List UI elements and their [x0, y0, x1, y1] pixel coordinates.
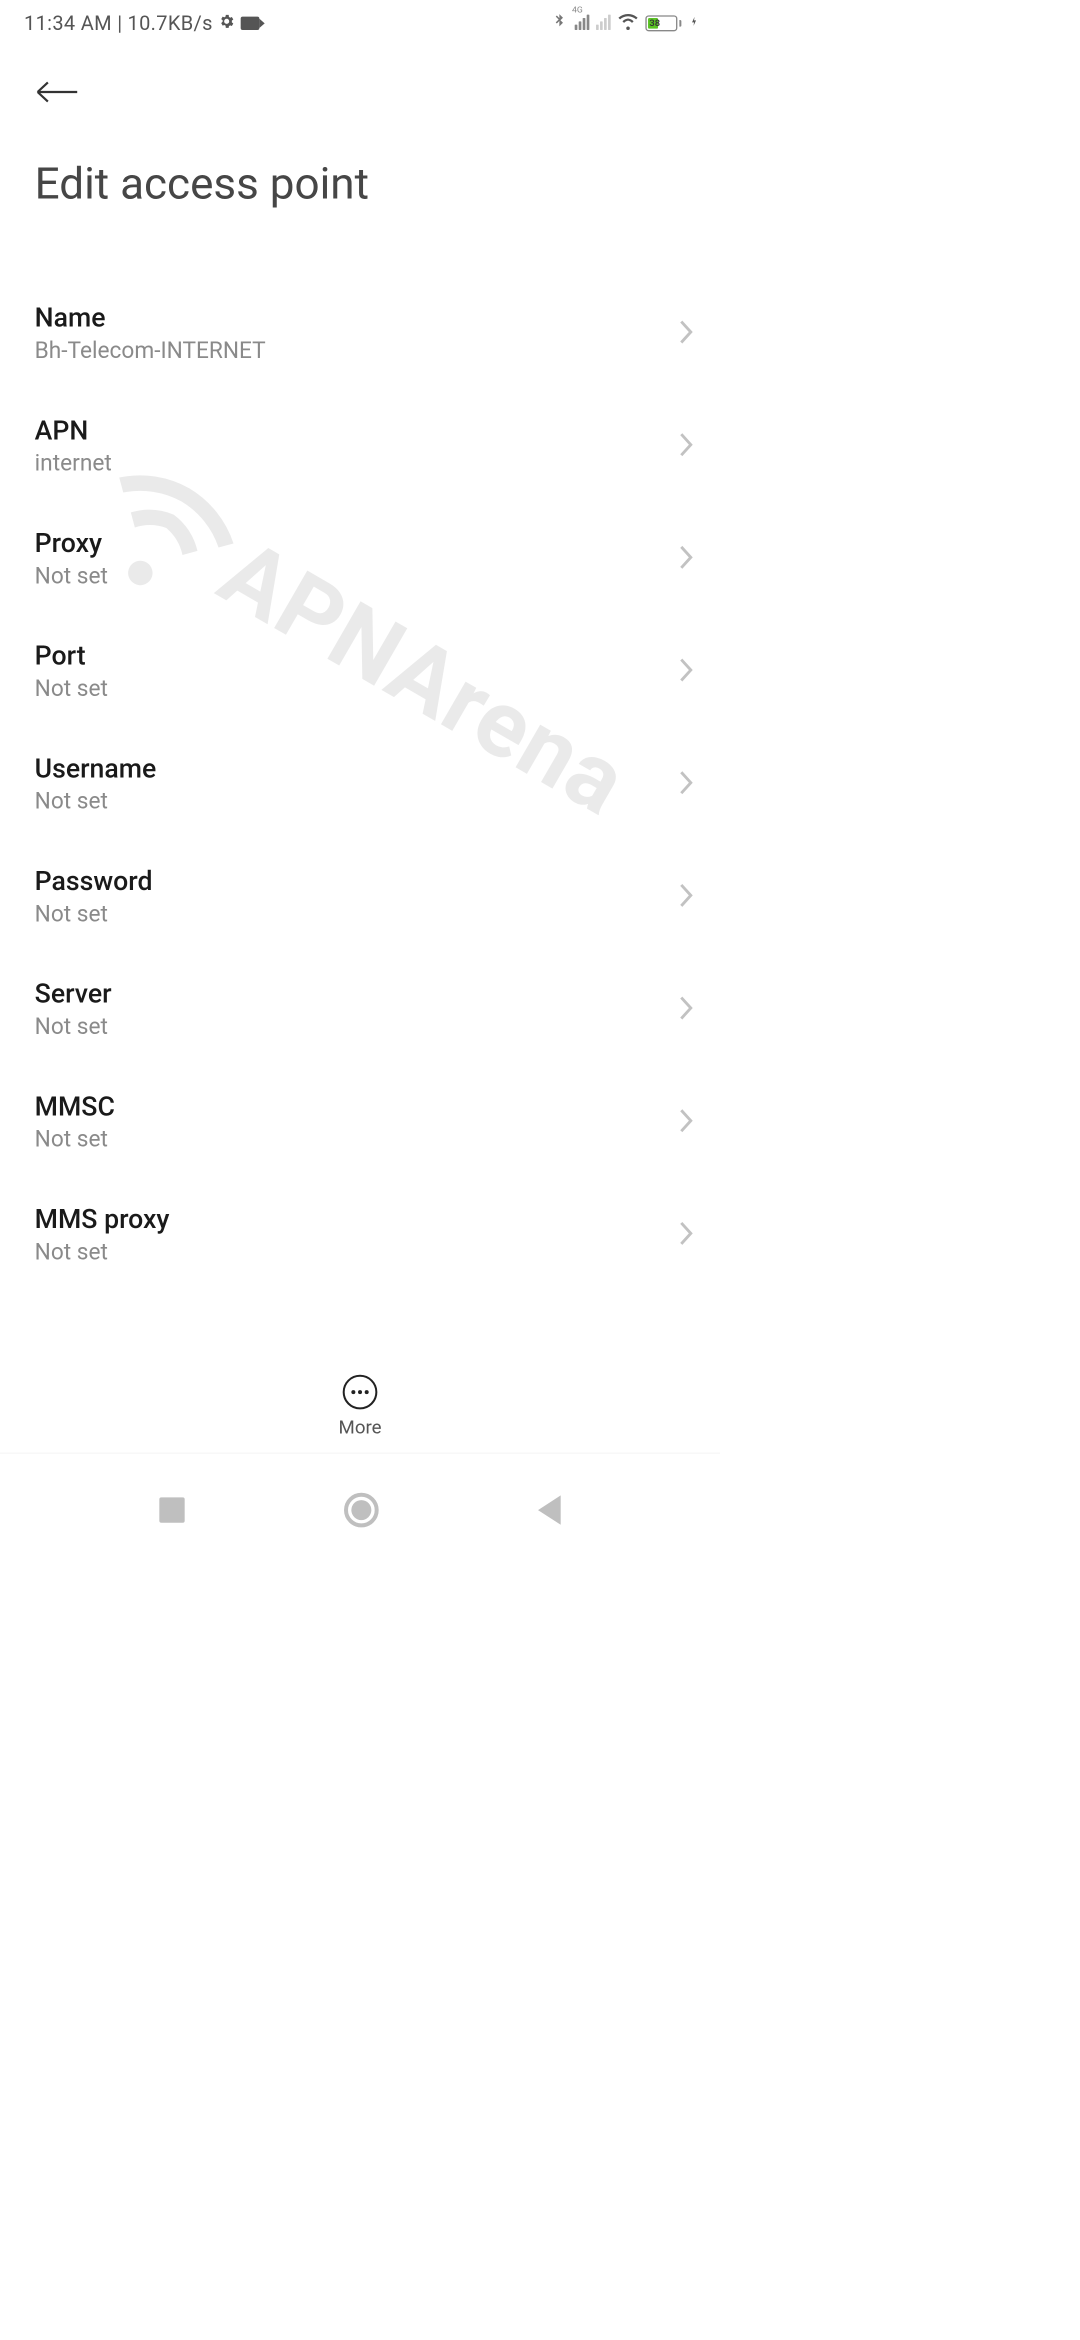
chevron-right-icon: [676, 544, 696, 573]
setting-item-mms-proxy[interactable]: MMS proxy Not set: [0, 1178, 720, 1291]
settings-list: Name Bh-Telecom-INTERNET APN internet Pr…: [0, 210, 720, 1291]
setting-value: Not set: [35, 563, 108, 590]
chevron-right-icon: [676, 318, 696, 347]
back-button[interactable]: [35, 79, 720, 108]
setting-value: Not set: [35, 788, 157, 815]
nav-back-button[interactable]: [538, 1495, 561, 1524]
setting-value: Not set: [35, 675, 108, 702]
charging-icon: [688, 14, 700, 33]
chevron-right-icon: [676, 994, 696, 1023]
setting-item-proxy[interactable]: Proxy Not set: [0, 502, 720, 615]
arrow-left-icon: [35, 95, 79, 108]
battery-percent: 38: [649, 18, 660, 29]
setting-label: APN: [35, 415, 112, 446]
chevron-right-icon: [676, 882, 696, 911]
battery-icon: 38: [645, 15, 681, 31]
nav-home-button[interactable]: [344, 1493, 379, 1528]
more-button[interactable]: More: [339, 1375, 382, 1438]
setting-label: Password: [35, 865, 153, 896]
chevron-right-icon: [676, 431, 696, 460]
status-bar: 11:34 AM | 10.7KB/s 4G 38: [0, 0, 720, 47]
setting-label: Server: [35, 978, 112, 1009]
chevron-right-icon: [676, 1220, 696, 1249]
setting-item-apn[interactable]: APN internet: [0, 389, 720, 502]
network-type-label: 4G: [572, 5, 583, 15]
setting-item-username[interactable]: Username Not set: [0, 727, 720, 840]
page-title: Edit access point: [0, 108, 720, 210]
setting-item-server[interactable]: Server Not set: [0, 953, 720, 1066]
status-time: 11:34 AM: [24, 12, 112, 35]
setting-item-password[interactable]: Password Not set: [0, 840, 720, 953]
nav-recent-button[interactable]: [160, 1497, 185, 1522]
setting-value: Not set: [35, 1126, 115, 1153]
status-bar-right: 4G 38: [551, 10, 700, 37]
status-bar-left: 11:34 AM | 10.7KB/s: [24, 12, 259, 35]
status-separator: |: [117, 12, 122, 35]
setting-label: Name: [35, 302, 266, 333]
bluetooth-icon: [551, 12, 568, 34]
bottom-action-bar: More: [0, 1360, 720, 1453]
wifi-icon: [617, 10, 638, 37]
setting-item-name[interactable]: Name Bh-Telecom-INTERNET: [0, 277, 720, 390]
chevron-right-icon: [676, 1107, 696, 1136]
setting-label: Port: [35, 640, 108, 671]
camera-icon: [241, 17, 260, 30]
gear-icon: [218, 12, 235, 35]
navigation-bar: [0, 1460, 720, 1560]
more-icon: [343, 1375, 378, 1410]
setting-value: Bh-Telecom-INTERNET: [35, 337, 266, 364]
setting-item-mmsc[interactable]: MMSC Not set: [0, 1065, 720, 1178]
setting-value: Not set: [35, 1239, 170, 1266]
setting-value: internet: [35, 450, 112, 477]
setting-label: MMS proxy: [35, 1203, 170, 1234]
cellular-signal-1-icon: 4G: [575, 12, 590, 35]
setting-label: Username: [35, 753, 157, 784]
setting-value: Not set: [35, 1013, 112, 1040]
setting-label: MMSC: [35, 1091, 115, 1122]
status-data-rate: 10.7KB/s: [128, 12, 213, 35]
setting-label: Proxy: [35, 527, 108, 558]
setting-item-port[interactable]: Port Not set: [0, 615, 720, 728]
setting-value: Not set: [35, 901, 153, 928]
chevron-right-icon: [676, 769, 696, 798]
more-label: More: [339, 1416, 382, 1438]
chevron-right-icon: [676, 656, 696, 685]
cellular-signal-2-icon: [596, 12, 611, 35]
